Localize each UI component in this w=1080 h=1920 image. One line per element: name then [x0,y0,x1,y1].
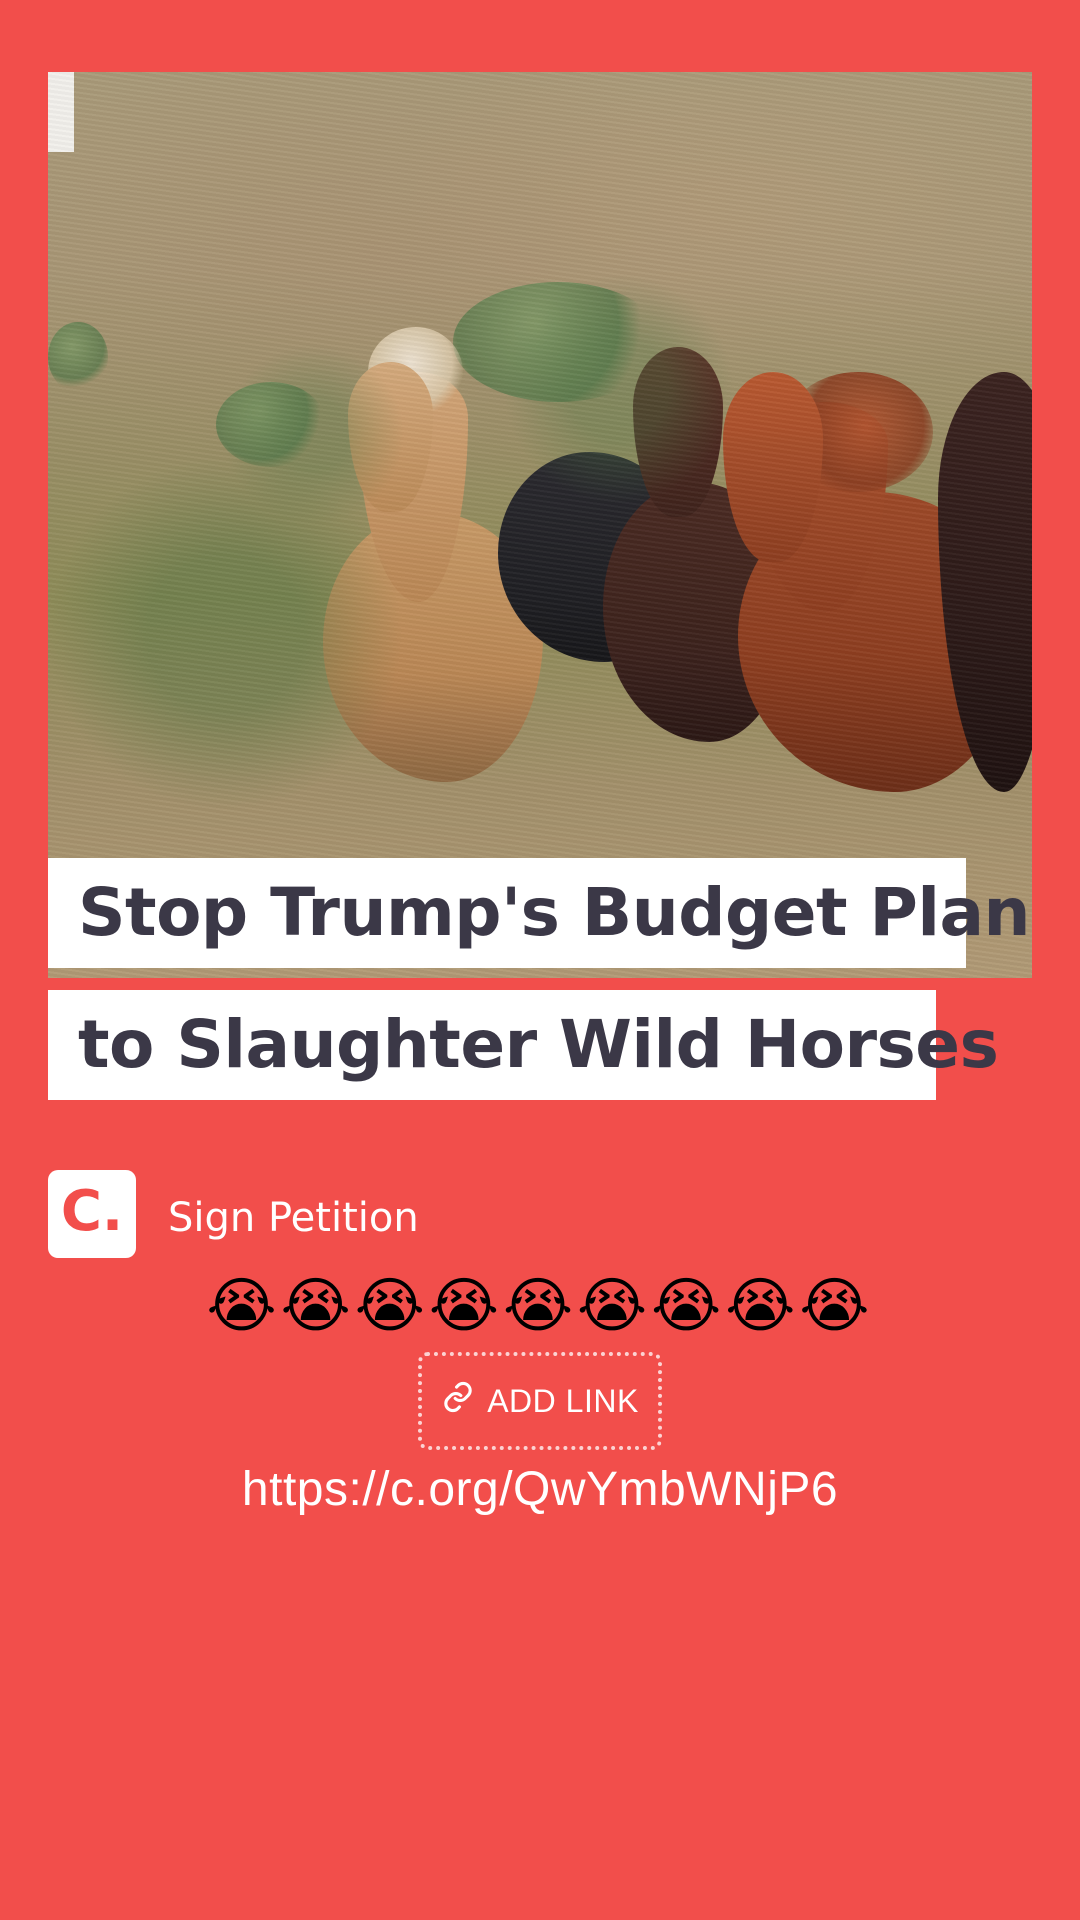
sign-petition-link[interactable]: Sign Petition [168,1190,419,1246]
add-link-label: ADD LINK [487,1382,639,1419]
horse-palomino-blaze [48,72,74,152]
brand-logo-text: C. [60,1179,124,1244]
add-link-button[interactable]: ADD LINK [418,1352,662,1450]
petition-url[interactable]: https://c.org/QwYmbWNjP6 [0,1460,1080,1520]
hero-photo [48,72,1032,978]
horse-dark-bay-blaze [48,152,74,247]
bush [48,322,108,392]
bush [216,382,326,467]
brand-logo[interactable]: C. [48,1170,136,1258]
bush [453,282,663,402]
title-line-2: to Slaughter Wild Horses [48,990,999,1100]
title-line-1: Stop Trump's Budget Plan [48,858,1031,968]
link-icon [441,1380,475,1422]
emoji-row: 😭😭😭😭😭😭😭😭😭 [206,1271,874,1341]
